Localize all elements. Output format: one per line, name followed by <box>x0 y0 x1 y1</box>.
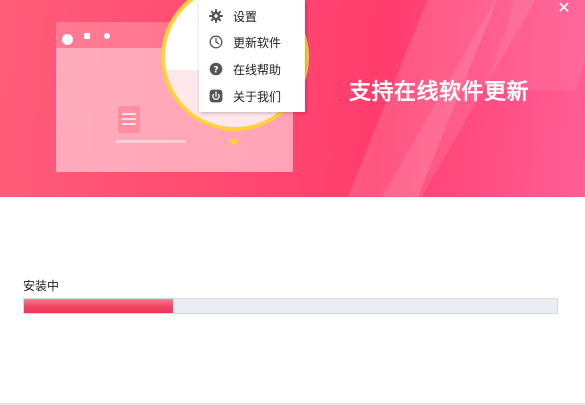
bubble-tail <box>228 139 240 146</box>
preview-caption <box>116 140 186 143</box>
menu-item-settings[interactable]: 设置 <box>199 4 305 28</box>
preview-tab-icon <box>78 33 96 47</box>
banner-slogan: 支持在线软件更新 <box>349 80 530 105</box>
install-status-label: 安装中 <box>23 279 60 293</box>
clock-icon <box>209 35 223 49</box>
document-icon <box>118 106 140 133</box>
avatar <box>62 34 73 45</box>
close-button[interactable]: ✕ <box>555 0 573 18</box>
context-menu: 设置 更新软件 ? 在线帮助 关于我们 <box>199 0 305 112</box>
install-progress-fill <box>24 299 174 313</box>
install-progress-bar <box>23 298 558 314</box>
gear-icon <box>209 9 223 23</box>
menu-item-label: 更新软件 <box>233 35 282 50</box>
menu-item-label: 设置 <box>233 9 258 24</box>
svg-text:?: ? <box>213 66 218 76</box>
menu-item-update[interactable]: 更新软件 <box>199 30 305 54</box>
menu-item-label: 在线帮助 <box>233 62 282 77</box>
menu-item-help[interactable]: ? 在线帮助 <box>199 57 305 81</box>
help-icon: ? <box>209 62 223 76</box>
close-icon: ✕ <box>557 0 571 17</box>
menu-item-label: 关于我们 <box>233 89 282 104</box>
about-icon <box>209 89 223 103</box>
preview-tab-icon <box>98 33 116 47</box>
menu-item-about[interactable]: 关于我们 <box>199 84 305 108</box>
banner: 设置 更新软件 ? 在线帮助 关于我们 支持在线软件更新 ✕ <box>0 0 585 197</box>
